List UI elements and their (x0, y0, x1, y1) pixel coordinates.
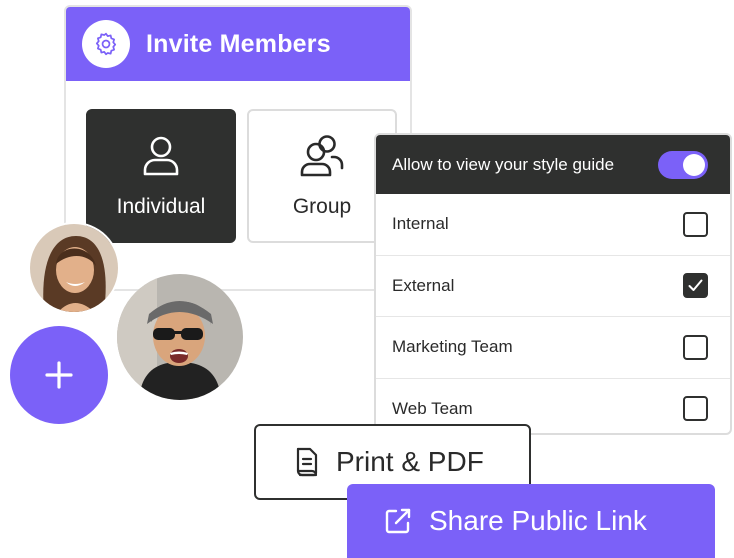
permission-row-marketing-team[interactable]: Marketing Team (376, 317, 730, 379)
gear-icon[interactable] (82, 20, 130, 68)
invite-header: Invite Members (66, 7, 410, 81)
invite-members-card: Invite Members Individual Group (64, 5, 412, 291)
style-guide-toggle-label: Allow to view your style guide (392, 154, 615, 174)
permission-row-external[interactable]: External (376, 256, 730, 317)
print-pdf-label: Print & PDF (336, 446, 484, 477)
toggle-knob (683, 153, 705, 176)
permission-label: Marketing Team (392, 337, 513, 357)
individual-button[interactable]: Individual (86, 109, 236, 243)
permissions-panel: Allow to view your style guide Internal … (374, 133, 732, 435)
web-team-checkbox[interactable] (683, 396, 708, 422)
share-public-link-button[interactable]: Share Public Link (347, 484, 715, 558)
external-checkbox[interactable] (683, 273, 708, 299)
avatar-woman (28, 222, 120, 314)
document-icon (296, 447, 318, 477)
group-label: Group (292, 195, 352, 218)
permission-label: External (392, 275, 455, 295)
permission-row-internal[interactable]: Internal (376, 194, 730, 256)
internal-checkbox[interactable] (683, 211, 708, 237)
individual-label: Individual (116, 195, 206, 218)
check-icon (688, 279, 703, 292)
share-public-link-label: Share Public Link (429, 505, 647, 536)
plus-icon (45, 361, 73, 389)
invite-title: Invite Members (146, 29, 331, 58)
permission-label: Web Team (392, 398, 473, 418)
user-icon (139, 133, 183, 177)
avatar-man (117, 274, 243, 400)
style-guide-toggle[interactable] (658, 150, 708, 179)
external-link-icon (385, 508, 411, 534)
marketing-team-checkbox[interactable] (683, 334, 708, 360)
permission-label: Internal (392, 214, 449, 234)
permissions-header: Allow to view your style guide (376, 135, 730, 194)
add-member-button[interactable] (10, 326, 108, 424)
users-icon (299, 133, 345, 177)
